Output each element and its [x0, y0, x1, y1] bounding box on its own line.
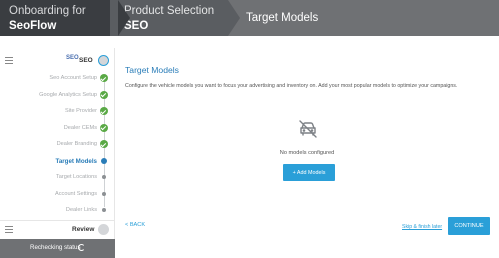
- sidebar-item-label: Target Models: [55, 157, 97, 165]
- check-icon: [100, 107, 108, 115]
- sidebar-section-review[interactable]: Review: [0, 220, 115, 236]
- empty-state-text: No models configured: [279, 150, 335, 156]
- product-selection-label: Product Selection: [124, 5, 215, 17]
- sidebar-item-label: Target Locations: [55, 174, 97, 180]
- chevron-right-icon: [118, 0, 130, 36]
- section-progress-icon: [98, 55, 109, 66]
- current-step-dot-icon: [101, 157, 107, 164]
- sidebar-item-label: Account Settings: [55, 190, 97, 197]
- spinner-icon: [78, 244, 85, 251]
- continue-button[interactable]: CONTINUE: [448, 217, 490, 235]
- sidebar-item-site-provider[interactable]: Site Provider: [0, 104, 115, 121]
- status-label: Rechecking status: [30, 244, 81, 251]
- sidebar-item-target-models[interactable]: Target Models: [0, 154, 115, 171]
- pending-dot-icon: [102, 208, 106, 212]
- skip-finish-later-link[interactable]: Skip & finish later: [402, 224, 442, 230]
- chevron-right-icon: [228, 0, 240, 36]
- current-step-label: Target Models: [246, 12, 319, 24]
- review-label: Review: [72, 226, 95, 233]
- sidebar-item-dealer-branding[interactable]: Dealer Branding: [0, 137, 115, 154]
- pending-dot-icon: [102, 175, 106, 179]
- page-title: Target Models: [125, 65, 179, 75]
- onboarding-header: Onboarding for SeoFlow Product Selection…: [0, 0, 499, 36]
- sidebar-item-dealer-cems[interactable]: Dealer CEMs: [0, 121, 115, 138]
- main-content: Target Models Configure the vehicle mode…: [115, 36, 499, 258]
- add-models-button[interactable]: + Add Models: [283, 164, 335, 181]
- sidebar-item-label: Dealer Branding: [56, 141, 97, 147]
- menu-icon[interactable]: [5, 57, 13, 66]
- sidebar-item-label: Dealer Links: [65, 207, 97, 213]
- check-icon: [100, 90, 108, 99]
- pending-dot-icon: [102, 191, 106, 196]
- client-name: SeoFlow: [9, 20, 57, 32]
- check-icon: [100, 74, 108, 82]
- sidebar-item-dealer-links[interactable]: Dealer Links: [0, 203, 115, 220]
- menu-icon[interactable]: [5, 226, 13, 235]
- sidebar-item-label: Site Provider: [64, 108, 97, 114]
- onboarding-label: Onboarding for: [9, 5, 86, 17]
- sidebar-item-label: Seo Account Setup: [49, 75, 97, 81]
- check-icon: [100, 123, 108, 132]
- sidebar-item-account-settings[interactable]: Account Settings: [0, 187, 115, 204]
- sidebar-step-list: Seo Account Setup Google Analytics Setup…: [0, 71, 115, 220]
- check-icon: [100, 140, 108, 148]
- sidebar-item-label: Dealer CEMs: [63, 124, 97, 131]
- sidebar-item-target-locations[interactable]: Target Locations: [0, 170, 115, 187]
- status-bar: Rechecking status: [0, 239, 115, 258]
- car-off-icon: [299, 120, 317, 138]
- page-description: Configure the vehicle models you want to…: [125, 83, 458, 89]
- steps-sidebar: SEO SEO Seo Account Setup Google Analyti…: [0, 48, 115, 258]
- back-button[interactable]: < BACK: [125, 222, 145, 228]
- sidebar-item-google-analytics-setup[interactable]: Google Analytics Setup: [0, 88, 115, 105]
- review-progress-icon: [98, 224, 109, 235]
- seo-logo-icon: SEO: [66, 55, 79, 61]
- sidebar-section-title: SEO: [79, 57, 93, 64]
- sidebar-item-label: Google Analytics Setup: [39, 91, 97, 98]
- breadcrumb-onboarding[interactable]: Onboarding for SeoFlow: [0, 0, 118, 36]
- sidebar-section-seo[interactable]: SEO SEO: [0, 52, 115, 70]
- sidebar-item-seo-account-setup[interactable]: Seo Account Setup: [0, 71, 115, 88]
